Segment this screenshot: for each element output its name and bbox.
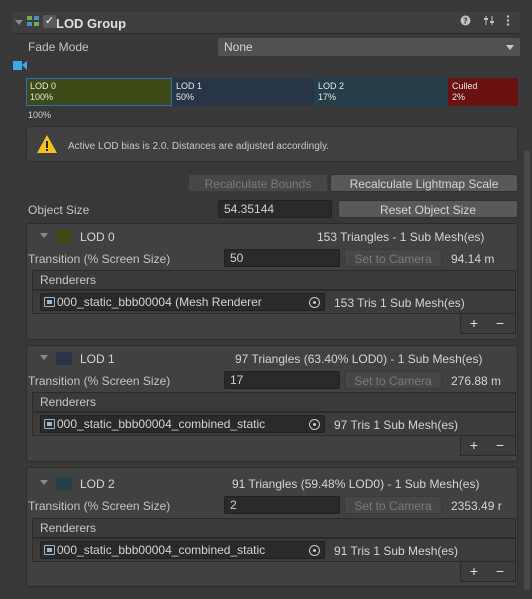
mesh-renderer-icon xyxy=(44,419,55,429)
lod-bar-percent: 100% xyxy=(30,92,54,102)
mesh-renderer-icon xyxy=(44,297,55,307)
recalculate-bounds-button[interactable]: Recalculate Bounds xyxy=(188,174,328,192)
lod-bar-name: LOD 0 xyxy=(30,81,57,91)
lod-1-name: LOD 1 xyxy=(80,352,115,366)
reset-object-size-button[interactable]: Reset Object Size xyxy=(338,200,518,218)
lod-bar-name: LOD 2 xyxy=(318,81,345,91)
lod-1-transition-field[interactable]: 17 xyxy=(224,371,340,389)
lod-group-icon xyxy=(27,16,39,26)
renderer-name: 000_static_bbb00004 (Mesh Renderer xyxy=(57,295,262,309)
lod-bar-segment-2[interactable]: LOD 2 17% xyxy=(314,78,448,106)
recalculate-lightmap-scale-button[interactable]: Recalculate Lightmap Scale xyxy=(330,174,518,192)
object-size-label: Object Size xyxy=(28,203,90,217)
lod-2-distance: 2353.49 r xyxy=(451,499,502,513)
lod-bar-segment-1[interactable]: LOD 1 50% xyxy=(172,78,314,106)
add-renderer-button[interactable]: + xyxy=(461,436,487,454)
lod-2-summary: 91 Triangles (59.48% LOD0) - 1 Sub Mesh(… xyxy=(232,477,480,491)
lod-1-renderer-field[interactable]: 000_static_bbb00004_combined_static xyxy=(40,415,325,433)
lod-0-transition-label: Transition (% Screen Size) xyxy=(28,252,171,266)
lod-1-add-remove: + − xyxy=(460,436,516,456)
lod-1-renderer-info: 97 Tris 1 Sub Mesh(es) xyxy=(334,418,459,432)
lod-2-foldout-arrow-icon[interactable] xyxy=(40,480,48,485)
lod-bar-name: LOD 1 xyxy=(176,81,203,91)
lod-1-summary: 97 Triangles (63.40% LOD0) - 1 Sub Mesh(… xyxy=(235,352,483,366)
lod-0-summary: 153 Triangles - 1 Sub Mesh(es) xyxy=(317,230,485,244)
lod-2-renderer-field[interactable]: 000_static_bbb00004_combined_static xyxy=(40,541,325,559)
lod-2-transition-label: Transition (% Screen Size) xyxy=(28,499,171,513)
fade-mode-value: None xyxy=(224,40,253,54)
lod-1-set-to-camera-button[interactable]: Set to Camera xyxy=(344,371,442,389)
lod-0-distance: 94.14 m xyxy=(451,252,495,266)
lod-1-transition-label: Transition (% Screen Size) xyxy=(28,374,171,388)
lod-2-set-to-camera-button[interactable]: Set to Camera xyxy=(344,496,442,514)
warning-icon xyxy=(37,135,57,153)
object-size-field[interactable]: 54.35144 xyxy=(218,200,332,218)
renderers-label: Renderers xyxy=(40,521,97,535)
lod-bar-percent: 17% xyxy=(318,92,337,102)
lod-0-name: LOD 0 xyxy=(80,230,115,244)
remove-renderer-button[interactable]: − xyxy=(487,314,513,332)
lod-bar-percent: 2% xyxy=(452,92,466,102)
add-renderer-button[interactable]: + xyxy=(461,562,487,580)
lod-1-foldout-arrow-icon[interactable] xyxy=(40,355,48,360)
lod-2-add-remove: + − xyxy=(460,562,516,582)
scrollbar[interactable] xyxy=(524,150,530,590)
lod-0-renderers-header: Renderers xyxy=(32,270,516,290)
lod-0-add-remove: + − xyxy=(460,314,516,334)
lod-bar-start-label: 100% xyxy=(28,110,52,120)
lod-0-renderer-field[interactable]: 000_static_bbb00004 (Mesh Renderer xyxy=(40,293,325,311)
renderers-label: Renderers xyxy=(40,273,97,287)
lod-0-transition-field[interactable]: 50 xyxy=(224,249,340,267)
lod-1-distance: 276.88 m xyxy=(451,374,502,388)
fade-mode-dropdown[interactable]: None xyxy=(218,38,520,56)
remove-renderer-button[interactable]: − xyxy=(487,436,513,454)
lod-bar-percent: 50% xyxy=(176,92,195,102)
object-picker-icon[interactable] xyxy=(309,545,320,556)
lod-0-color-swatch xyxy=(56,230,72,243)
lod-2-color-swatch xyxy=(56,477,72,490)
foldout-arrow-icon[interactable] xyxy=(15,20,23,25)
kebab-menu-icon[interactable] xyxy=(506,15,510,29)
object-picker-icon[interactable] xyxy=(309,297,320,308)
lod-0-foldout-arrow-icon[interactable] xyxy=(40,233,48,238)
fade-mode-label: Fade Mode xyxy=(28,40,89,54)
lod-1-renderers-header: Renderers xyxy=(32,392,516,412)
lod-2-renderer-info: 91 Tris 1 Sub Mesh(es) xyxy=(334,544,459,558)
object-picker-icon[interactable] xyxy=(309,419,320,430)
component-title: LOD Group xyxy=(56,16,127,31)
lod-0-renderer-info: 153 Tris 1 Sub Mesh(es) xyxy=(334,296,465,310)
lod-2-transition-field[interactable]: 2 xyxy=(224,496,340,514)
renderer-name: 000_static_bbb00004_combined_static xyxy=(57,417,266,431)
help-icon[interactable]: ? xyxy=(460,15,471,29)
remove-renderer-button[interactable]: − xyxy=(487,562,513,580)
enabled-checkbox[interactable]: ✓ xyxy=(43,15,56,28)
add-renderer-button[interactable]: + xyxy=(461,314,487,332)
renderer-name: 000_static_bbb00004_combined_static xyxy=(57,543,266,557)
chevron-down-icon xyxy=(506,45,514,50)
lod-bar-segment-culled[interactable]: Culled 2% xyxy=(448,78,518,106)
lod-0-set-to-camera-button[interactable]: Set to Camera xyxy=(344,249,442,267)
lod-bar-name: Culled xyxy=(452,81,478,91)
camera-icon[interactable] xyxy=(13,59,27,71)
mesh-renderer-icon xyxy=(44,545,55,555)
preset-icon[interactable] xyxy=(483,15,495,29)
lod-bar-segment-0[interactable]: LOD 0 100% xyxy=(26,78,172,106)
svg-text:?: ? xyxy=(463,17,468,26)
lod-1-color-swatch xyxy=(56,352,72,365)
lod-2-name: LOD 2 xyxy=(80,477,115,491)
lod-2-renderers-header: Renderers xyxy=(32,518,516,538)
renderers-label: Renderers xyxy=(40,395,97,409)
helpbox-text: Active LOD bias is 2.0. Distances are ad… xyxy=(68,141,330,152)
